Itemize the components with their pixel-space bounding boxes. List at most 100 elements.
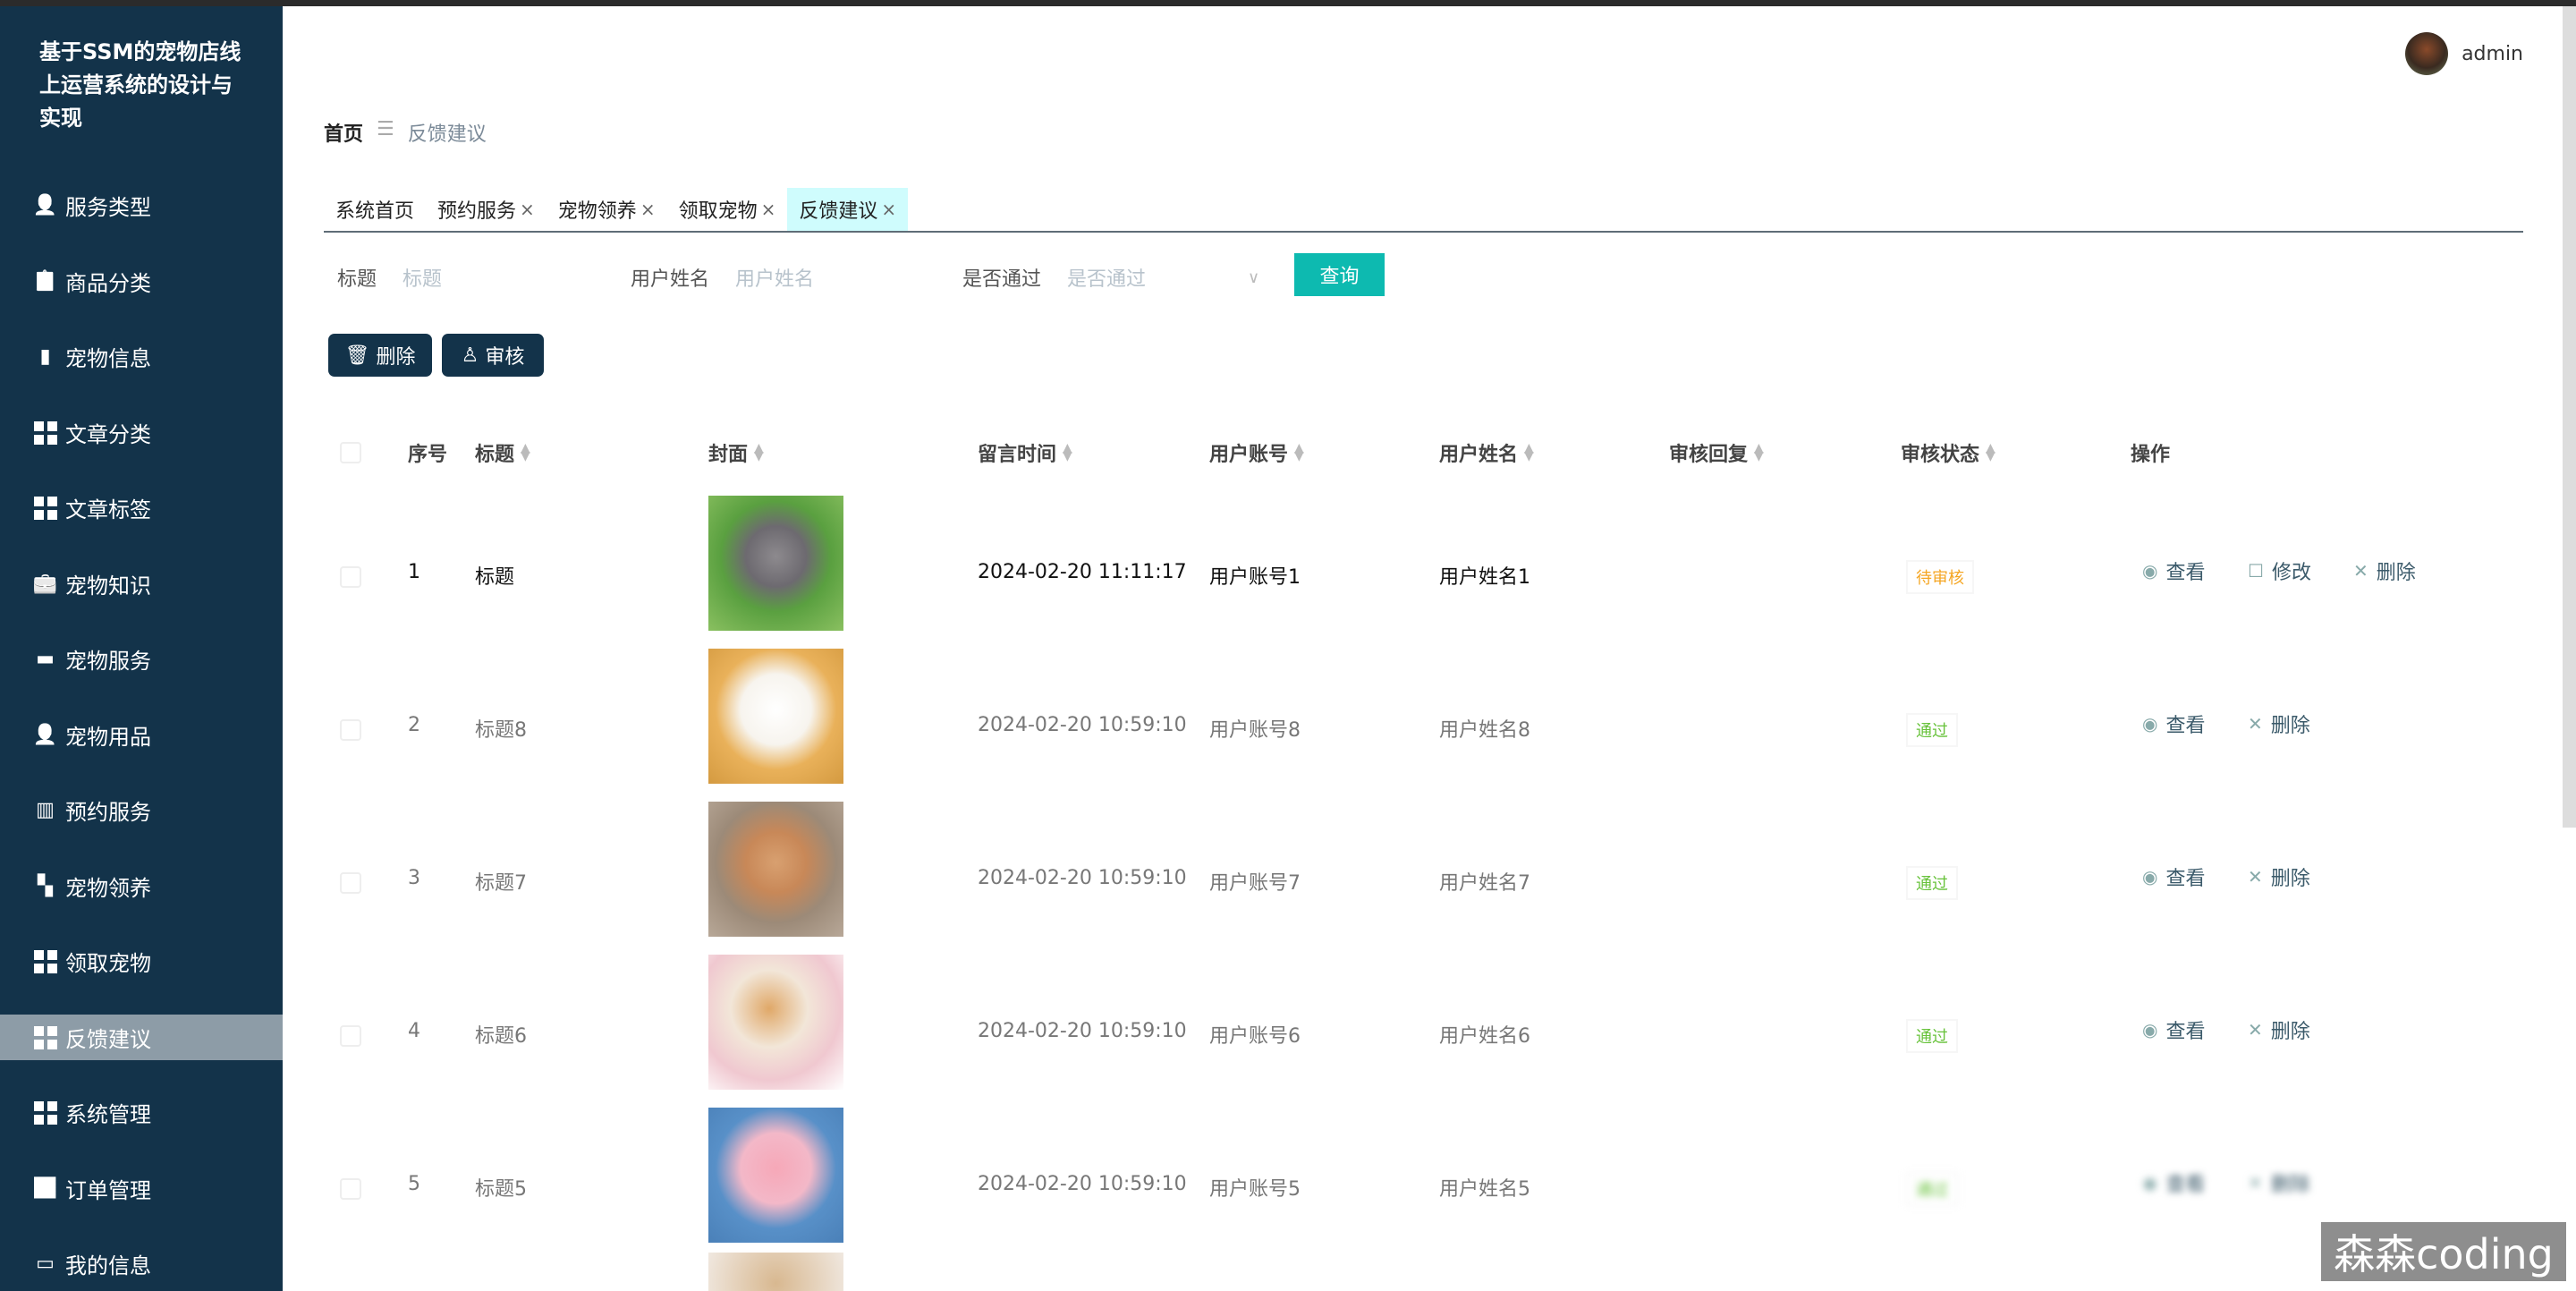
filter-passed-label: 是否通过 (962, 268, 1042, 291)
row-title: 标题6 (475, 1025, 527, 1048)
sidebar-item[interactable]: 系统管理 (0, 1090, 283, 1135)
sidebar-item[interactable]: ▭ 我的信息 (0, 1241, 283, 1287)
action-label: 查看 (2165, 715, 2206, 737)
eye-icon: ◉ (2142, 1019, 2158, 1040)
sidebar-item[interactable]: 文章分类 (0, 410, 283, 455)
tab-item[interactable]: 领取宠物 × (667, 188, 788, 231)
sort-icon[interactable]: ▲ ▼ (754, 442, 764, 463)
grid-icon (33, 496, 57, 520)
close-icon[interactable]: × (761, 199, 776, 220)
sidebar-item-label: 宠物服务 (65, 649, 151, 674)
row-account: 用户账号8 (1209, 719, 1301, 742)
column-header-label: 标题 (475, 444, 515, 466)
select-all-checkbox[interactable] (340, 442, 361, 463)
row-account: 用户账号7 (1209, 872, 1301, 895)
sidebar-item[interactable]: ▥ 预约服务 (0, 787, 283, 833)
breadcrumb-home[interactable]: 首页 (324, 118, 363, 147)
breadcrumb-current: 反馈建议 (407, 123, 487, 146)
action-close[interactable]: ✕ 删除 (2248, 1168, 2310, 1197)
query-button[interactable]: 查询 (1294, 253, 1385, 296)
briefcase-icon: 💼 (32, 573, 58, 595)
sidebar-item[interactable]: 👤 宠物用品 (0, 712, 283, 758)
review-button[interactable]: ♙ 审核 (442, 334, 544, 377)
scrollbar[interactable] (2563, 6, 2576, 828)
sidebar-item-label: 宠物知识 (65, 573, 151, 599)
sidebar-item[interactable]: ▚ 宠物领养 (0, 863, 283, 909)
sidebar-item[interactable]: 文章标签 (0, 485, 283, 531)
sort-icon[interactable]: ▲ ▼ (521, 442, 530, 463)
tab-item[interactable]: 宠物领养 × (547, 188, 667, 231)
person-icon: ♙ (461, 344, 479, 367)
sidebar-item[interactable]: 💼 宠物知识 (0, 561, 283, 607)
username-input[interactable]: 用户姓名 (735, 263, 932, 292)
cover-image (708, 1108, 843, 1243)
bar-chart-icon: ▮ (39, 345, 51, 368)
row-time: 2024-02-20 10:59:10 (978, 867, 1187, 889)
eye-icon: ◉ (2142, 866, 2158, 888)
tab-item[interactable]: 系统首页 (324, 188, 426, 231)
sidebar-item[interactable]: ▮ 宠物信息 (0, 334, 283, 379)
sidebar-item-label: 预约服务 (65, 800, 151, 825)
sort-icon[interactable]: ▲ ▼ (1294, 442, 1304, 463)
user-icon: 👤 (32, 194, 58, 217)
close-icon[interactable]: × (520, 199, 535, 220)
row-checkbox[interactable] (340, 566, 361, 588)
row-checkbox[interactable] (340, 1025, 361, 1047)
action-close[interactable]: ✕ 删除 (2248, 1015, 2310, 1044)
row-title: 标题7 (475, 872, 527, 895)
sidebar-item[interactable]: 📈 订单管理 (0, 1166, 283, 1211)
sort-icon[interactable]: ▲ ▼ (1754, 442, 1764, 463)
action-eye[interactable]: ◉ 查看 (2142, 1015, 2205, 1044)
row-title: 标题 (475, 566, 515, 589)
card-icon: ▭ (36, 1253, 55, 1275)
tab-item[interactable]: 预约服务 × (426, 188, 547, 231)
close-icon[interactable]: × (640, 199, 656, 220)
row-checkbox[interactable] (340, 719, 361, 741)
avatar[interactable] (2405, 32, 2449, 75)
sidebar-item-label: 宠物信息 (65, 346, 151, 371)
sidebar-item[interactable]: 领取宠物 (0, 939, 283, 984)
row-name: 用户姓名1 (1439, 566, 1530, 589)
sidebar-item[interactable]: 👤 服务类型 (0, 183, 283, 228)
filter-username: 用户姓名 用户姓名 (631, 256, 932, 299)
sidebar-item[interactable]: ▬ 宠物服务 (0, 636, 283, 682)
sidebar-item[interactable]: 反馈建议 (0, 1015, 283, 1060)
sort-icon[interactable]: ▲ ▼ (1524, 442, 1534, 463)
action-edit[interactable]: ☐ 修改 (2248, 556, 2311, 585)
tab-label: 反馈建议 (799, 200, 878, 223)
row-checkbox[interactable] (340, 872, 361, 894)
action-eye[interactable]: ◉ 查看 (2142, 556, 2205, 585)
action-eye[interactable]: ◉ 查看 (2142, 1168, 2205, 1197)
user-menu[interactable]: admin (2405, 32, 2523, 75)
action-close[interactable]: ✕ 删除 (2248, 862, 2310, 891)
clipboard-icon: 📋 (32, 270, 58, 293)
batch-delete-button[interactable]: 🗑 删除 (328, 334, 432, 377)
cover-image (708, 1253, 843, 1291)
row-account: 用户账号6 (1209, 1025, 1301, 1048)
tab-item[interactable]: 反馈建议 × (787, 188, 909, 231)
row-number: 4 (408, 1020, 420, 1042)
cover-image (708, 649, 843, 784)
sidebar-item-label: 服务类型 (65, 195, 151, 220)
sort-icon[interactable]: ▲ ▼ (1986, 442, 1996, 463)
status-badge: 通过 (1906, 1172, 1958, 1206)
action-close[interactable]: ✕ 删除 (2248, 709, 2310, 738)
column-header-label: 操作 (2131, 444, 2171, 466)
status-badge: 通过 (1906, 713, 1958, 747)
sidebar-item[interactable]: 📋 商品分类 (0, 259, 283, 304)
passed-select[interactable]: 是否通过 (1067, 263, 1248, 292)
close-icon[interactable]: × (881, 199, 896, 220)
title-input[interactable]: 标题 (402, 263, 599, 292)
action-eye[interactable]: ◉ 查看 (2142, 862, 2205, 891)
window-top-bar (0, 0, 2576, 6)
sort-icon[interactable]: ▲ ▼ (1063, 442, 1072, 463)
sidebar-item-label: 文章分类 (65, 422, 151, 447)
row-checkbox[interactable] (340, 1178, 361, 1200)
filter-passed[interactable]: 是否通过 是否通过 ∨ (962, 256, 1259, 299)
action-eye[interactable]: ◉ 查看 (2142, 709, 2205, 738)
trash-icon: 🗑 (344, 344, 370, 367)
action-label: 删除 (2270, 715, 2310, 737)
status-badge: 待审核 (1906, 560, 1974, 594)
action-close[interactable]: ✕ 删除 (2353, 556, 2416, 585)
column-header-label: 封面 (708, 444, 749, 466)
